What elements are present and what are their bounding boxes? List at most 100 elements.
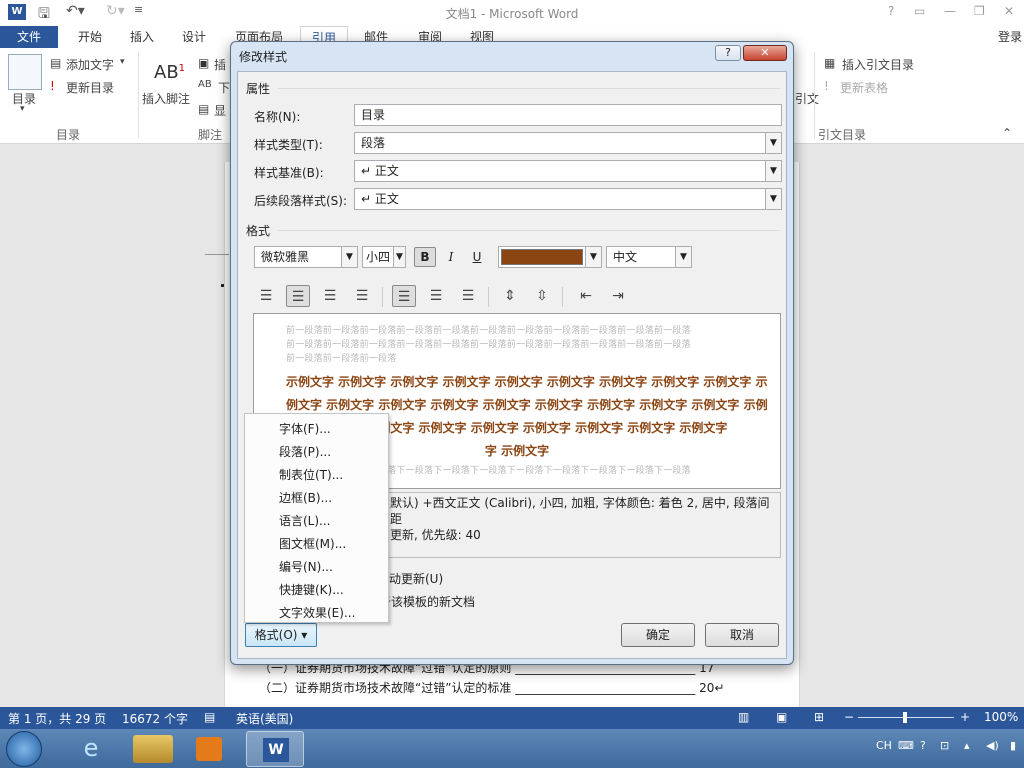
decrease-indent-icon[interactable]: ⇤ (574, 285, 598, 307)
show-notes-button[interactable]: 显 (214, 102, 226, 119)
zoom-in-button[interactable]: + (960, 710, 970, 724)
new-docs-radio-label[interactable]: 于该模板的新文档 (379, 593, 475, 610)
chevron-down-icon[interactable]: ▼ (393, 247, 405, 267)
align-right-icon[interactable]: ☰ (318, 285, 342, 307)
style-type-select[interactable]: 段落 ▼ (354, 132, 782, 154)
menu-item-numbering[interactable]: 编号(N)... (279, 558, 333, 575)
dialog-close-button[interactable]: ✕ (743, 45, 787, 61)
menu-item-frame[interactable]: 图文框(M)... (279, 535, 346, 552)
keyboard-icon[interactable]: ⌨ (898, 739, 914, 752)
insert-toa-button[interactable]: 插入引文目录 (842, 56, 914, 73)
group-label-toc: 目录 (56, 128, 81, 142)
add-text-button[interactable]: 添加文字 (66, 56, 114, 73)
preview-prev-para-2: 前一段落前一段落前一段落前一段落前一段落前一段落前一段落前一段落前一段落前一段落… (286, 340, 691, 350)
proofing-icon[interactable]: ▤ (204, 710, 215, 724)
word-taskbar-button[interactable]: W (246, 731, 304, 767)
menu-item-shortcut[interactable]: 快捷键(K)... (279, 581, 344, 598)
ribbon-display-icon[interactable]: ▭ (914, 4, 925, 18)
update-toc-button[interactable]: 更新目录 (66, 79, 114, 96)
page-count[interactable]: 第 1 页，共 29 页 (8, 710, 106, 727)
single-spacing-icon[interactable]: ☰ (392, 285, 416, 307)
tab-file[interactable]: 文件 (0, 26, 58, 48)
chevron-down-icon[interactable]: ▼ (341, 247, 357, 267)
double-spacing-icon[interactable]: ☰ (456, 285, 480, 307)
chevron-down-icon[interactable]: ▼ (765, 161, 781, 181)
add-text-icon: ▤ (50, 56, 62, 70)
next-style-select[interactable]: ↵ 正文 ▼ (354, 188, 782, 210)
citation-label[interactable]: 引文 (795, 90, 819, 107)
menu-item-language[interactable]: 语言(L)... (279, 512, 331, 529)
name-input[interactable]: 目录 (354, 104, 782, 126)
align-center-icon[interactable]: ☰ (286, 285, 310, 307)
help-icon[interactable]: ? (888, 4, 894, 18)
show-notes-icon: ▤ (198, 102, 210, 116)
menu-item-paragraph[interactable]: 段落(P)... (279, 443, 331, 460)
based-on-label: 样式基准(B): (254, 166, 324, 180)
footnote-icon[interactable]: AB1 (154, 62, 185, 83)
justify-icon[interactable]: ☰ (350, 285, 374, 307)
font-size-select[interactable]: 小四 ▼ (362, 246, 406, 268)
menu-item-border[interactable]: 边框(B)... (279, 489, 332, 506)
word-count[interactable]: 16672 个字 (122, 710, 188, 727)
auto-update-checkbox-label[interactable]: 动更新(U) (389, 570, 443, 587)
signin-link[interactable]: 登录 (990, 26, 1024, 48)
menu-item-font[interactable]: 字体(F)... (279, 420, 331, 437)
read-mode-icon[interactable]: ▥ (738, 710, 749, 724)
underline-button[interactable]: U (466, 247, 488, 267)
script-value: 中文 (613, 250, 638, 264)
start-button[interactable] (6, 731, 42, 767)
media-player-icon[interactable] (196, 737, 222, 761)
menu-item-text-effects[interactable]: 文字效果(E)... (279, 604, 355, 621)
chevron-down-icon[interactable]: ▼ (765, 189, 781, 209)
explorer-icon[interactable] (133, 735, 173, 763)
print-layout-icon[interactable]: ▣ (776, 710, 787, 724)
font-color-select[interactable]: ▼ (498, 246, 602, 268)
update-table-button[interactable]: 更新表格 (840, 79, 888, 96)
dialog-help-button[interactable]: ? (715, 45, 741, 61)
tab-design[interactable]: 设计 (174, 26, 214, 48)
language-indicator[interactable]: 英语(美国) (236, 710, 293, 727)
chevron-down-icon[interactable]: ▼ (765, 133, 781, 153)
zoom-level[interactable]: 100% (984, 710, 1018, 724)
restore-icon[interactable]: ❐ (974, 4, 985, 18)
zoom-out-button[interactable]: − (844, 710, 854, 724)
font-select[interactable]: 微软雅黑 ▼ (254, 246, 358, 268)
zoom-slider-thumb[interactable] (903, 712, 907, 723)
one-half-spacing-icon[interactable]: ☰ (424, 285, 448, 307)
close-icon[interactable]: ✕ (1004, 4, 1014, 18)
chevron-down-icon[interactable]: ▼ (585, 247, 601, 267)
italic-button[interactable]: I (440, 247, 462, 267)
ime-indicator[interactable]: CH (876, 739, 892, 752)
tab-home[interactable]: 开始 (70, 26, 110, 48)
menu-item-tabs[interactable]: 制表位(T)... (279, 466, 343, 483)
font-color-swatch (501, 249, 583, 265)
web-layout-icon[interactable]: ⊞ (814, 710, 824, 724)
increase-spacing-icon[interactable]: ⇕ (498, 285, 522, 307)
style-type-label: 样式类型(T): (254, 138, 323, 152)
decrease-spacing-icon[interactable]: ⇳ (530, 285, 554, 307)
insert-endnote-button[interactable]: 插 (214, 56, 226, 73)
toolbar-separator (382, 287, 383, 307)
collapse-ribbon-icon[interactable]: ⌃ (1002, 126, 1012, 140)
toc-icon[interactable] (8, 54, 42, 90)
format-dropdown-button[interactable]: 格式(O) ▾ (245, 623, 317, 647)
action-center-icon[interactable]: ▮ (1010, 739, 1016, 752)
show-hidden-icons[interactable]: ▴ (964, 739, 970, 752)
cancel-button[interactable]: 取消 (705, 623, 779, 647)
ok-button[interactable]: 确定 (621, 623, 695, 647)
bold-button[interactable]: B (414, 247, 436, 267)
volume-icon[interactable]: ◀) (986, 739, 999, 752)
script-select[interactable]: 中文 ▼ (606, 246, 692, 268)
tab-insert[interactable]: 插入 (122, 26, 162, 48)
based-on-select[interactable]: ↵ 正文 ▼ (354, 160, 782, 182)
minimize-icon[interactable]: — (944, 4, 956, 18)
next-footnote-button[interactable]: 下 (218, 79, 230, 96)
increase-indent-icon[interactable]: ⇥ (606, 285, 630, 307)
ime-options-icon[interactable]: ⊡ (940, 739, 949, 752)
chevron-down-icon[interactable]: ▼ (675, 247, 691, 267)
ime-help-icon[interactable]: ? (920, 739, 926, 752)
align-left-icon[interactable]: ☰ (254, 285, 278, 307)
toc-line-2: （二）证券期货市场技术故障“过错”认定的标准 _________________… (259, 681, 725, 695)
ie-icon[interactable]: e (62, 731, 120, 767)
insert-footnote-button[interactable]: 插入脚注 (142, 90, 190, 107)
